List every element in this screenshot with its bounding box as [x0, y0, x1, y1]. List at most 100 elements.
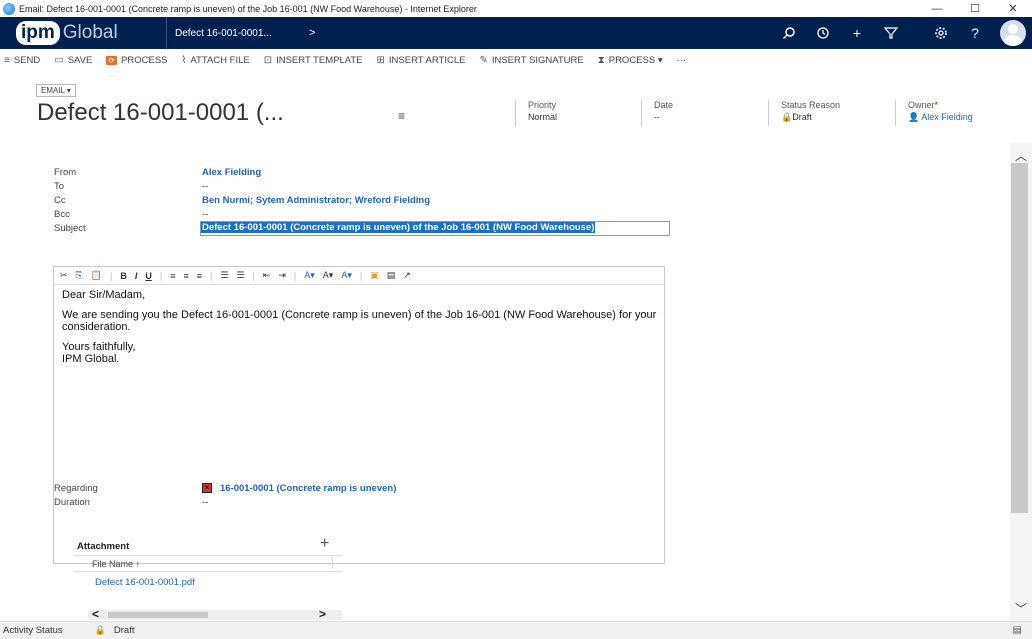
- body-message: We are sending you the Defect 16-001-000…: [62, 309, 657, 333]
- logo-ipm: ipm: [16, 21, 60, 45]
- horizontal-scrollbar[interactable]: < >: [88, 607, 342, 621]
- cut-icon[interactable]: ✂: [60, 270, 68, 281]
- minimize-button[interactable]: —: [918, 3, 956, 15]
- user-icon: 👤: [908, 112, 922, 122]
- email-form: From Alex Fielding To -- Cc Ben Nurmi; S…: [0, 143, 1010, 621]
- to-row: To --: [54, 181, 209, 192]
- copy-icon[interactable]: ⎘: [76, 270, 83, 281]
- user-avatar[interactable]: [1000, 20, 1026, 46]
- page-title: Defect 16-001-0001 (...: [37, 99, 284, 126]
- nav-record-breadcrumb[interactable]: Defect 16-001-0001...: [175, 28, 295, 39]
- brand-logo[interactable]: ipm Global: [0, 17, 166, 49]
- to-field[interactable]: --: [202, 181, 208, 192]
- history-icon[interactable]: [806, 17, 840, 49]
- font-color-icon[interactable]: A▾: [341, 270, 352, 281]
- form-selector-icon[interactable]: ≡: [398, 109, 405, 123]
- chevron-up-icon[interactable]: ︿: [1015, 147, 1027, 164]
- process-dropdown-button[interactable]: ⧗ PROCESS ▾: [598, 55, 663, 66]
- editor-content[interactable]: Dear Sir/Madam, We are sending you the D…: [54, 285, 664, 377]
- template-icon: ⊡: [263, 54, 273, 66]
- align-left-icon[interactable]: ≡: [170, 271, 175, 281]
- highlight-color-icon[interactable]: A▾: [304, 270, 315, 281]
- lock-icon: 🔒: [94, 625, 106, 635]
- duration-row: Duration --: [54, 497, 209, 508]
- bold-button[interactable]: B: [120, 271, 127, 281]
- image-icon[interactable]: ▣: [370, 270, 379, 281]
- chevron-right-icon[interactable]: >: [309, 27, 315, 39]
- save-icon: ▭: [54, 54, 64, 66]
- align-center-icon[interactable]: ≡: [183, 271, 188, 281]
- hourglass-icon: ⧗: [597, 54, 605, 66]
- link-icon[interactable]: ↗: [403, 270, 411, 281]
- paste-icon[interactable]: 📋: [91, 270, 102, 281]
- nav-bar: ipm Global Defect 16-001-0001... > + ?: [0, 17, 1032, 49]
- scroll-thumb-vertical[interactable]: [1011, 163, 1028, 513]
- send-button[interactable]: ≡ SEND: [4, 55, 40, 66]
- attach-file-button[interactable]: ⌇ ATTACH FILE: [182, 55, 250, 66]
- from-value[interactable]: Alex Fielding: [202, 167, 261, 178]
- gear-icon[interactable]: [924, 17, 958, 49]
- font-size-icon[interactable]: A▾: [323, 270, 334, 281]
- scroll-left-icon[interactable]: <: [92, 607, 99, 621]
- activity-status-value: Draft: [113, 625, 135, 636]
- priority-field[interactable]: Priority Normal: [515, 100, 557, 126]
- chevron-down-icon[interactable]: ﹀: [1015, 600, 1027, 617]
- close-button[interactable]: ✕: [994, 2, 1032, 15]
- insert-article-button[interactable]: ⊞ INSERT ARTICLE: [377, 55, 466, 66]
- indent-icon[interactable]: ⇥: [278, 270, 286, 281]
- column-header-file-name[interactable]: File Name ↑: [92, 559, 140, 569]
- underline-button[interactable]: U: [145, 271, 152, 281]
- date-field[interactable]: Date --: [641, 100, 673, 126]
- more-commands-button[interactable]: ···: [677, 55, 687, 66]
- bullet-list-icon[interactable]: ☰: [236, 270, 244, 281]
- attachment-title: Attachment: [77, 541, 130, 552]
- subject-input[interactable]: Defect 16-001-0001 (Concrete ramp is une…: [200, 221, 670, 236]
- internet-explorer-icon: [3, 2, 15, 15]
- cc-row: Cc Ben Nurmi; Sytem Administrator; Wrefo…: [54, 195, 431, 206]
- required-marker: *: [934, 100, 939, 110]
- help-icon[interactable]: ?: [958, 17, 992, 49]
- plus-icon[interactable]: +: [840, 17, 874, 49]
- email-body-editor[interactable]: ✂ ⎘ 📋 | B I U | ≡ ≡ ≡ | ☰ ☰ | ⇤ ⇥ | A▾ A…: [53, 266, 665, 564]
- send-icon: ≡: [4, 54, 10, 66]
- status-reason-field[interactable]: Status Reason 🔒Draft: [768, 100, 840, 126]
- duration-field[interactable]: --: [202, 497, 208, 508]
- insert-signature-button[interactable]: ✎ INSERT SIGNATURE: [479, 55, 583, 66]
- attachment-file-link[interactable]: Defect 16-001-0001.pdf: [95, 577, 195, 588]
- maximize-button[interactable]: ☐: [956, 2, 994, 15]
- scroll-thumb[interactable]: [108, 612, 208, 618]
- subject-row: Subject: [54, 223, 86, 234]
- numbered-list-icon[interactable]: ☰: [220, 270, 228, 281]
- ie-window: Email: Defect 16-001-0001 (Concrete ramp…: [0, 0, 1032, 639]
- insert-template-button[interactable]: ⊡ INSERT TEMPLATE: [264, 55, 363, 66]
- save-status-icon[interactable]: ▤: [1013, 625, 1022, 636]
- article-icon: ⊞: [376, 54, 385, 66]
- table-icon[interactable]: ▤: [387, 270, 396, 281]
- activity-status-label: Activity Status: [3, 625, 63, 636]
- regarding-link: 16-001-0001 (Concrete ramp is uneven): [220, 483, 397, 494]
- outdent-icon[interactable]: ⇤: [263, 270, 271, 281]
- italic-button[interactable]: I: [135, 271, 138, 281]
- add-attachment-button[interactable]: +: [320, 535, 329, 553]
- search-icon[interactable]: [772, 17, 806, 49]
- bcc-field[interactable]: --: [202, 209, 208, 220]
- process-button[interactable]: ⟳ PROCESS: [106, 55, 168, 66]
- paperclip-icon: ⌇: [181, 54, 187, 66]
- regarding-row: Regarding × 16-001-0001 (Concrete ramp is…: [54, 483, 397, 494]
- scroll-right-icon[interactable]: >: [319, 607, 326, 621]
- from-row: From Alex Fielding: [54, 167, 262, 178]
- cc-field[interactable]: Ben Nurmi; Sytem Administrator; Wreford …: [202, 195, 430, 206]
- logo-global: Global: [62, 22, 118, 43]
- owner-field[interactable]: Owner* 👤 Alex Fielding: [895, 100, 1032, 126]
- attachment-grid: Attachment + File Name ↑ Defect 16-001-0…: [74, 535, 342, 621]
- body-greeting: Dear Sir/Madam,: [62, 289, 146, 301]
- command-bar: ≡ SEND ▭ SAVE ⟳ PROCESS ⌇ ATTACH FILE ⊡ INSER…: [0, 49, 1032, 71]
- entity-selector[interactable]: EMAIL ▾: [36, 84, 76, 97]
- save-button[interactable]: ▭ SAVE: [54, 55, 92, 66]
- window-title: Email: Defect 16-001-0001 (Concrete ramp…: [19, 3, 477, 14]
- vertical-scrollbar[interactable]: ︿ ﹀: [1010, 143, 1032, 621]
- body-signoff: Yours faithfully, IPM Global.: [62, 341, 136, 365]
- align-right-icon[interactable]: ≡: [197, 271, 202, 281]
- filter-icon[interactable]: [874, 17, 908, 49]
- title-bar: Email: Defect 16-001-0001 (Concrete ramp…: [0, 0, 1032, 17]
